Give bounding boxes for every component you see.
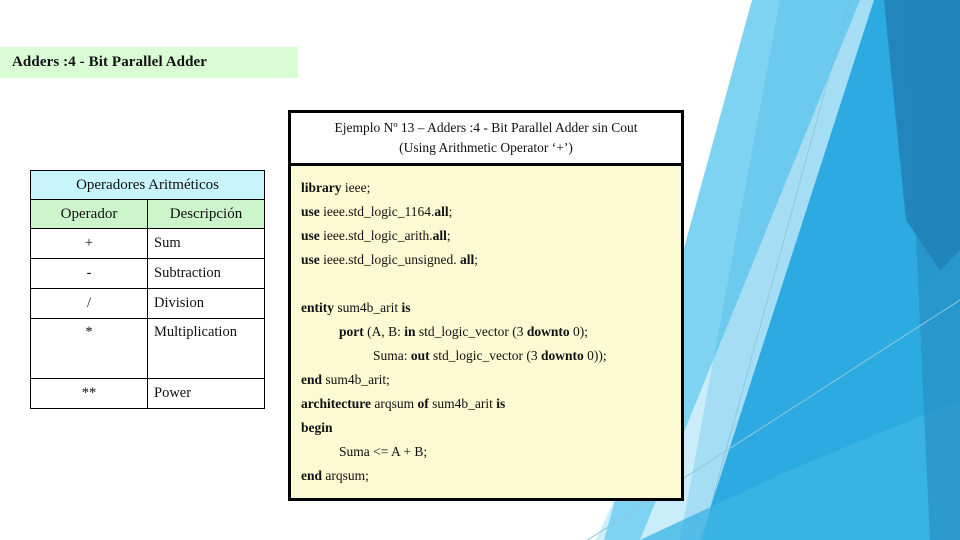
- code-keyword: all: [432, 228, 447, 244]
- table-row: * Multiplication: [30, 318, 265, 379]
- code-text: ;: [446, 228, 451, 244]
- code-keyword: of: [417, 396, 429, 412]
- code-keyword: use: [301, 228, 320, 244]
- code-keyword: begin: [301, 420, 333, 436]
- example-header-line-2: (Using Arithmetic Operator ‘+’): [399, 139, 573, 155]
- deco-shape-darkright: [905, 0, 960, 540]
- code-line: end arqsum;: [301, 464, 681, 488]
- slide-title-banner: Adders :4 - Bit Parallel Adder: [0, 47, 298, 78]
- deco-shape-deep: [884, 0, 960, 300]
- deco-shape-cyan-lower-2: [640, 400, 960, 540]
- code-text: ieee;: [341, 180, 371, 196]
- code-keyword: entity: [301, 300, 334, 316]
- vhdl-code-block: library ieee; use ieee.std_logic_1164.all…: [288, 166, 684, 502]
- column-header-operator: Operador: [30, 199, 148, 229]
- table-row: / Division: [30, 288, 265, 319]
- cell-description: Power: [147, 378, 265, 409]
- code-text: ieee.std_logic_arith.: [319, 228, 433, 244]
- code-keyword: end: [301, 372, 323, 388]
- code-text: 0));: [583, 348, 607, 364]
- code-keyword: end: [301, 468, 323, 484]
- table-row: ** Power: [30, 378, 265, 409]
- code-text: std_logic_vector (3: [415, 324, 527, 340]
- cell-description: Multiplication: [147, 318, 265, 379]
- code-keyword: use: [301, 204, 320, 220]
- deco-hairline-2: [700, 0, 851, 540]
- code-text: Suma <= A + B;: [339, 444, 428, 460]
- code-line: port (A, B: in std_logic_vector (3 downt…: [301, 320, 681, 344]
- code-line: architecture arqsum of sum4b_arit is: [301, 392, 681, 416]
- deco-shape-cyan-lower: [706, 250, 960, 540]
- code-text: ieee.std_logic_unsigned.: [319, 252, 460, 268]
- code-line: begin: [301, 416, 681, 440]
- operators-table-caption: Operadores Aritméticos: [30, 170, 265, 200]
- table-row: - Subtraction: [30, 258, 265, 289]
- table-caption-row: Operadores Aritméticos: [30, 170, 265, 200]
- table-header-row: Operador Descripción: [30, 199, 265, 229]
- code-keyword: in: [404, 324, 416, 340]
- cell-operator: +: [30, 228, 148, 259]
- code-line: end sum4b_arit;: [301, 368, 681, 392]
- cell-operator: -: [30, 258, 148, 289]
- code-keyword: use: [301, 252, 320, 268]
- page-title: Adders :4 - Bit Parallel Adder: [12, 54, 208, 70]
- code-text: (A, B:: [363, 324, 405, 340]
- deco-shape-mid: [700, 0, 960, 540]
- code-line: use ieee.std_logic_1164.all;: [301, 200, 681, 224]
- code-text: arqsum: [370, 396, 418, 412]
- code-keyword: is: [401, 300, 411, 316]
- code-keyword: architecture: [301, 396, 371, 412]
- code-line: use ieee.std_logic_unsigned. all;: [301, 248, 681, 272]
- column-header-description: Descripción: [147, 199, 265, 229]
- cell-operator: /: [30, 288, 148, 319]
- code-text: ieee.std_logic_1164.: [319, 204, 435, 220]
- code-keyword: all: [460, 252, 475, 268]
- code-text: arqsum;: [322, 468, 369, 484]
- example-header-line-1: Ejemplo Nº 13 – Adders :4 - Bit Parallel…: [334, 120, 638, 135]
- code-keyword: all: [434, 204, 449, 220]
- operators-table-body: Operadores Aritméticos Operador Descripc…: [30, 170, 265, 409]
- cell-description: Sum: [147, 228, 265, 259]
- code-line: library ieee;: [301, 176, 681, 200]
- code-keyword: port: [339, 324, 364, 340]
- deco-shape-palewedge: [640, 0, 960, 540]
- code-keyword: is: [496, 396, 506, 412]
- code-text: Suma:: [373, 348, 411, 364]
- cell-description: Subtraction: [147, 258, 265, 289]
- table-row: + Sum: [30, 228, 265, 259]
- example-header: Ejemplo Nº 13 – Adders :4 - Bit Parallel…: [288, 110, 684, 167]
- code-line: entity sum4b_arit is: [301, 296, 681, 320]
- code-text: sum4b_arit;: [322, 372, 390, 388]
- code-text: sum4b_arit: [428, 396, 497, 412]
- code-text: sum4b_arit: [334, 300, 402, 316]
- code-line: use ieee.std_logic_arith.all;: [301, 224, 681, 248]
- code-keyword: downto: [526, 324, 570, 340]
- cell-operator: *: [30, 318, 148, 379]
- code-line: Suma <= A + B;: [301, 440, 681, 464]
- code-text: std_logic_vector (3: [429, 348, 542, 364]
- cell-description: Division: [147, 288, 265, 319]
- code-line: Suma: out std_logic_vector (3 downto 0))…: [301, 344, 681, 368]
- code-keyword: out: [410, 348, 430, 364]
- code-text: 0);: [569, 324, 589, 340]
- code-keyword: library: [301, 180, 342, 196]
- cell-operator: **: [30, 378, 148, 409]
- code-text: ;: [474, 252, 479, 268]
- slide-canvas: Adders :4 - Bit Parallel Adder Operadore…: [0, 0, 960, 540]
- code-text: ;: [448, 204, 453, 220]
- code-keyword: downto: [541, 348, 584, 364]
- vhdl-example-panel: Ejemplo Nº 13 – Adders :4 - Bit Parallel…: [288, 110, 684, 502]
- arithmetic-operators-table: Operadores Aritméticos Operador Descripc…: [30, 170, 265, 409]
- deco-shape-soft-overlay: [680, 0, 960, 540]
